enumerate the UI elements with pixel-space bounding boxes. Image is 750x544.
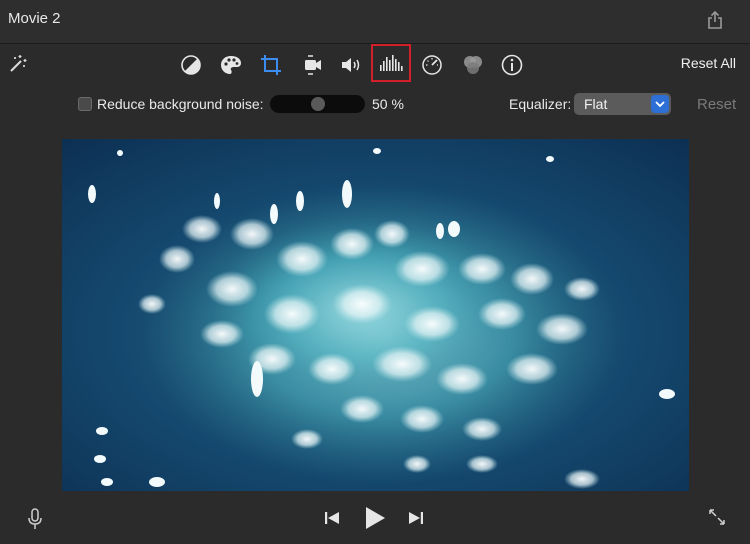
stabilization-icon[interactable] <box>299 52 325 78</box>
noise-reduction-controls: Reduce background noise: 50 % Equalizer:… <box>0 88 750 120</box>
reduce-noise-checkbox[interactable] <box>78 97 92 111</box>
video-frame-image <box>62 139 689 491</box>
magic-wand-icon[interactable] <box>6 52 28 74</box>
noise-reduction-equalizer-icon[interactable] <box>371 44 411 82</box>
equalizer-label: Equalizer: <box>509 96 572 112</box>
title-bar: Movie 2 <box>0 0 750 44</box>
skip-back-icon[interactable] <box>322 508 342 528</box>
equalizer-value: Flat <box>584 96 608 112</box>
video-preview <box>62 139 689 491</box>
color-balance-icon[interactable] <box>178 52 204 78</box>
color-correction-icon[interactable] <box>218 52 244 78</box>
clip-filter-icon[interactable] <box>460 52 486 78</box>
chevron-down-icon <box>651 95 669 113</box>
noise-level-slider[interactable] <box>270 95 365 113</box>
info-icon[interactable] <box>499 52 525 78</box>
noise-level-value: 50 % <box>372 96 404 112</box>
equalizer-select[interactable]: Flat <box>574 93 671 115</box>
microphone-icon[interactable] <box>24 506 46 532</box>
reduce-noise-label: Reduce background noise: <box>97 96 264 112</box>
window-title: Movie 2 <box>8 10 61 27</box>
crop-icon[interactable] <box>258 52 284 78</box>
reset-all-button[interactable]: Reset All <box>681 55 736 71</box>
volume-icon[interactable] <box>339 52 365 78</box>
slider-thumb[interactable] <box>311 97 325 111</box>
playback-bar <box>0 498 750 544</box>
speed-icon[interactable] <box>419 52 445 78</box>
adjustments-toolbar: Reset All <box>0 44 750 84</box>
skip-forward-icon[interactable] <box>406 508 426 528</box>
equalizer-reset-button[interactable]: Reset <box>697 96 736 113</box>
play-icon[interactable] <box>362 504 388 532</box>
fullscreen-icon[interactable] <box>706 506 728 528</box>
share-icon[interactable] <box>704 9 726 31</box>
